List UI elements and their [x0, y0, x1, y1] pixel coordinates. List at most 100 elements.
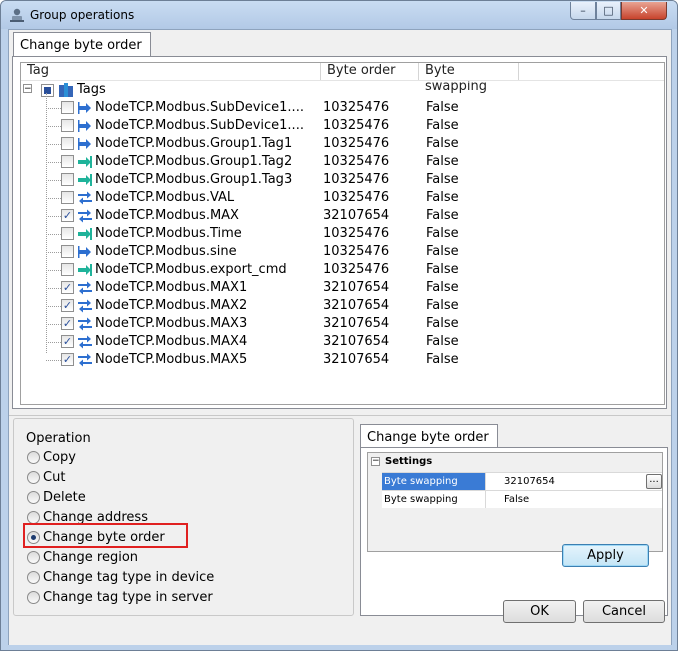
radio-button[interactable]	[27, 551, 40, 564]
tag-byte-order: 10325476	[323, 172, 390, 187]
radio-button[interactable]	[27, 471, 40, 484]
tab-change-byte-order-top[interactable]: Change byte order	[13, 32, 151, 56]
tag-checkbox[interactable]	[61, 263, 74, 276]
arrow-right-icon	[78, 102, 91, 114]
tag-checkbox[interactable]	[61, 101, 74, 114]
tag-checkbox[interactable]: ✓	[61, 317, 74, 330]
property-name[interactable]: Byte swapping	[382, 491, 486, 508]
tag-byte-swapping: False	[426, 208, 459, 223]
column-header-tag[interactable]: Tag	[21, 63, 321, 80]
apply-button[interactable]: Apply	[562, 544, 649, 567]
tag-tree[interactable]: Tag Byte order Byte swapping − Tags Node…	[20, 62, 665, 405]
arrow-right-icon	[78, 246, 91, 258]
radio-button[interactable]	[27, 451, 40, 464]
tag-row[interactable]: ✓ NodeTCP.Modbus.MAX3 32107654 False	[21, 315, 664, 333]
category-collapse-icon[interactable]: −	[371, 457, 380, 466]
tag-name: NodeTCP.Modbus.Group1.Tag3	[95, 172, 293, 187]
tag-row[interactable]: NodeTCP.Modbus.export_cmd 10325476 False	[21, 261, 664, 279]
tree-branch-line	[46, 234, 61, 235]
cancel-button[interactable]: Cancel	[583, 600, 665, 623]
radio-label[interactable]: Delete	[43, 490, 86, 505]
radio-label[interactable]: Change tag type in server	[43, 590, 213, 605]
tree-branch-line	[46, 252, 61, 253]
collapse-toggle-icon[interactable]: −	[23, 84, 32, 94]
tag-byte-swapping: False	[426, 298, 459, 313]
tag-checkbox[interactable]	[61, 245, 74, 258]
tag-byte-order: 32107654	[323, 316, 390, 331]
tag-checkbox[interactable]: ✓	[61, 209, 74, 222]
tag-byte-swapping: False	[426, 226, 459, 241]
tree-branch-line	[46, 342, 61, 343]
tag-row[interactable]: ✓ NodeTCP.Modbus.MAX5 32107654 False	[21, 351, 664, 369]
tag-checkbox[interactable]	[61, 119, 74, 132]
tag-row[interactable]: ✓ NodeTCP.Modbus.MAX 32107654 False	[21, 207, 664, 225]
tag-row[interactable]: NodeTCP.Modbus.Group1.Tag2 10325476 False	[21, 153, 664, 171]
tag-byte-swapping: False	[426, 118, 459, 133]
tag-checkbox[interactable]	[61, 227, 74, 240]
arrow-in-icon	[78, 156, 92, 168]
tag-byte-swapping: False	[426, 316, 459, 331]
tags-panel: Tag Byte order Byte swapping − Tags Node…	[12, 56, 667, 409]
radio-button[interactable]	[27, 571, 40, 584]
radio-label[interactable]: Copy	[43, 450, 76, 465]
tree-branch-line	[46, 144, 61, 145]
tree-branch-line	[46, 360, 61, 361]
title-bar[interactable]: Group operations – □ ✕	[1, 1, 677, 29]
tag-row[interactable]: NodeTCP.Modbus.Group1.Tag1 10325476 False	[21, 135, 664, 153]
tree-root-row[interactable]: − Tags	[21, 81, 664, 99]
tag-row[interactable]: NodeTCP.Modbus.VAL 10325476 False	[21, 189, 664, 207]
property-row-byte-swapping[interactable]: Byte swapping False	[382, 490, 662, 508]
tag-checkbox[interactable]: ✓	[61, 299, 74, 312]
arrow-right-icon	[78, 138, 91, 150]
tag-checkbox[interactable]	[61, 173, 74, 186]
tab-change-byte-order-right[interactable]: Change byte order	[360, 424, 498, 448]
tag-checkbox[interactable]	[61, 191, 74, 204]
tag-checkbox[interactable]	[61, 137, 74, 150]
tag-byte-order: 32107654	[323, 280, 390, 295]
tag-byte-swapping: False	[426, 262, 459, 277]
tag-checkbox[interactable]	[61, 155, 74, 168]
radio-label[interactable]: Change tag type in device	[43, 570, 214, 585]
radio-button[interactable]	[27, 491, 40, 504]
tag-row[interactable]: NodeTCP.Modbus.Time 10325476 False	[21, 225, 664, 243]
column-header-byte-order[interactable]: Byte order	[321, 63, 419, 80]
tag-byte-order: 32107654	[323, 352, 390, 367]
tag-checkbox[interactable]: ✓	[61, 335, 74, 348]
tag-row[interactable]: NodeTCP.Modbus.Group1.Tag3 10325476 False	[21, 171, 664, 189]
ellipsis-button[interactable]: ...	[646, 474, 662, 489]
arrow-in-icon	[78, 264, 92, 276]
property-value[interactable]: False	[504, 491, 529, 508]
tag-row[interactable]: NodeTCP.Modbus.sine 10325476 False	[21, 243, 664, 261]
ok-button[interactable]: OK	[503, 600, 576, 623]
dialog-client-area: Change byte order Tag Byte order Byte sw…	[8, 29, 672, 645]
tag-byte-order: 32107654	[323, 334, 390, 349]
tag-name: NodeTCP.Modbus.Group1.Tag1	[95, 136, 293, 151]
column-header-byte-swapping[interactable]: Byte swapping	[419, 63, 519, 94]
tag-checkbox[interactable]: ✓	[61, 353, 74, 366]
root-checkbox[interactable]	[41, 84, 54, 97]
tag-row[interactable]: ✓ NodeTCP.Modbus.MAX1 32107654 False	[21, 279, 664, 297]
window-title: Group operations	[30, 8, 135, 22]
tag-row[interactable]: ✓ NodeTCP.Modbus.MAX4 32107654 False	[21, 333, 664, 351]
tag-byte-order: 10325476	[323, 190, 390, 205]
property-grid[interactable]: − Settings Byte swapping editor 32107654…	[367, 452, 663, 552]
tag-checkbox[interactable]: ✓	[61, 281, 74, 294]
tag-row[interactable]: NodeTCP.Modbus.SubDevice1.... 10325476 Fal…	[21, 99, 664, 117]
property-value[interactable]: 32107654	[504, 473, 555, 490]
minimize-button[interactable]: –	[570, 2, 596, 20]
tag-name: NodeTCP.Modbus.MAX	[95, 208, 239, 223]
tree-branch-line	[46, 270, 61, 271]
tag-row[interactable]: ✓ NodeTCP.Modbus.MAX2 32107654 False	[21, 297, 664, 315]
maximize-button[interactable]: □	[596, 2, 621, 20]
radio-button[interactable]	[27, 591, 40, 604]
property-row-byte-swapping-editor[interactable]: Byte swapping editor 32107654 ...	[382, 472, 662, 504]
radio-label[interactable]: Cut	[43, 470, 65, 485]
tag-name: NodeTCP.Modbus.MAX1	[95, 280, 248, 295]
swap-icon	[78, 209, 92, 223]
tag-row[interactable]: NodeTCP.Modbus.SubDevice1.... 10325476 Fal…	[21, 117, 664, 135]
property-name[interactable]: Byte swapping editor	[382, 473, 486, 504]
radio-label[interactable]: Change region	[43, 550, 138, 565]
tag-name: NodeTCP.Modbus.Group1.Tag2	[95, 154, 293, 169]
byte-order-panel: − Settings Byte swapping editor 32107654…	[360, 447, 668, 616]
close-button[interactable]: ✕	[621, 2, 667, 20]
